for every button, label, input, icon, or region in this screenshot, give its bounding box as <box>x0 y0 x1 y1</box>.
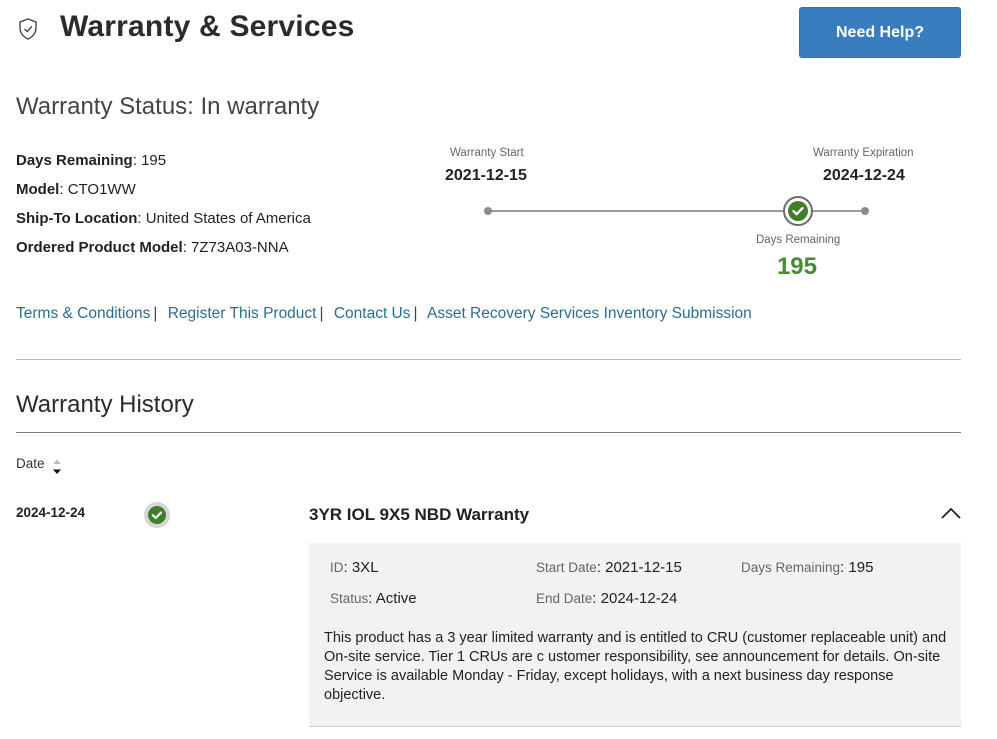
warranty-start-field: Start Date: 2021-12-15 <box>536 559 682 576</box>
product-details: Days Remaining: 195 Model: CTO1WW Ship-T… <box>16 146 311 262</box>
warranty-links: Terms & Conditions | Register This Produc… <box>16 305 752 323</box>
shield-check-icon <box>19 18 37 40</box>
warranty-status-heading: Warranty Status: In warranty <box>16 93 319 121</box>
warranty-status-value: In warranty <box>200 93 320 120</box>
page-header: Warranty & Services Need Help? <box>16 7 961 60</box>
asset-recovery-link[interactable]: Asset Recovery Services Inventory Submis… <box>427 305 752 322</box>
terms-conditions-link[interactable]: Terms & Conditions <box>16 305 150 322</box>
chevron-up-icon[interactable] <box>940 505 962 521</box>
timeline-end-label: Warranty Expiration <box>813 147 914 159</box>
warranty-description: This product has a 3 year limited warran… <box>324 630 947 703</box>
warranty-end-field: End Date: 2024-12-24 <box>536 590 678 607</box>
sort-icon[interactable] <box>52 458 62 478</box>
link-separator: | <box>153 305 158 322</box>
timeline-end-dot <box>861 207 869 215</box>
check-circle-icon <box>148 506 166 524</box>
history-divider <box>16 432 961 433</box>
date-column-header[interactable]: Date <box>16 456 45 471</box>
check-icon <box>792 207 804 216</box>
timeline-start-label: Warranty Start <box>450 147 524 159</box>
section-divider <box>16 359 961 360</box>
need-help-button[interactable]: Need Help? <box>799 7 961 58</box>
warranty-id-field: ID: 3XL <box>330 559 379 576</box>
detail-ship-to-location: Ship-To Location: United States of Ameri… <box>16 210 311 227</box>
register-product-link[interactable]: Register This Product <box>168 305 317 322</box>
contact-us-link[interactable]: Contact Us <box>334 305 411 322</box>
timeline-days-remaining-value: 195 <box>776 253 817 280</box>
warranty-status-field: Status: Active <box>330 590 417 607</box>
detail-model: Model: CTO1WW <box>16 181 136 198</box>
link-separator: | <box>319 305 324 322</box>
history-row-date: 2024-12-24 <box>16 505 86 520</box>
check-circle-icon <box>787 201 808 221</box>
warranty-days-field: Days Remaining: 195 <box>741 559 874 576</box>
link-separator: | <box>413 305 418 322</box>
warranty-timeline: Warranty Start 2021-12-15 Warranty Expir… <box>440 146 960 286</box>
timeline-start-date: 2021-12-15 <box>445 167 527 184</box>
timeline-progress-marker <box>782 196 813 226</box>
history-row-warranty-name[interactable]: 3YR IOL 9X5 NBD Warranty <box>309 505 529 525</box>
page-title: Warranty & Services <box>60 10 355 43</box>
active-status-icon <box>144 502 170 528</box>
warranty-history-heading: Warranty History <box>16 391 194 418</box>
detail-ordered-product-model: Ordered Product Model: 7Z73A03-NNA <box>16 239 289 256</box>
timeline-start-dot <box>484 207 492 215</box>
timeline-days-remaining-label: Days Remaining <box>755 234 841 246</box>
warranty-detail-panel: ID: 3XL Start Date: 2021-12-15 Days Rema… <box>309 543 961 727</box>
timeline-end-date: 2024-12-24 <box>823 167 905 184</box>
warranty-status-label: Warranty Status: <box>16 93 194 120</box>
detail-days-remaining: Days Remaining: 195 <box>16 152 167 169</box>
check-icon <box>151 511 163 520</box>
